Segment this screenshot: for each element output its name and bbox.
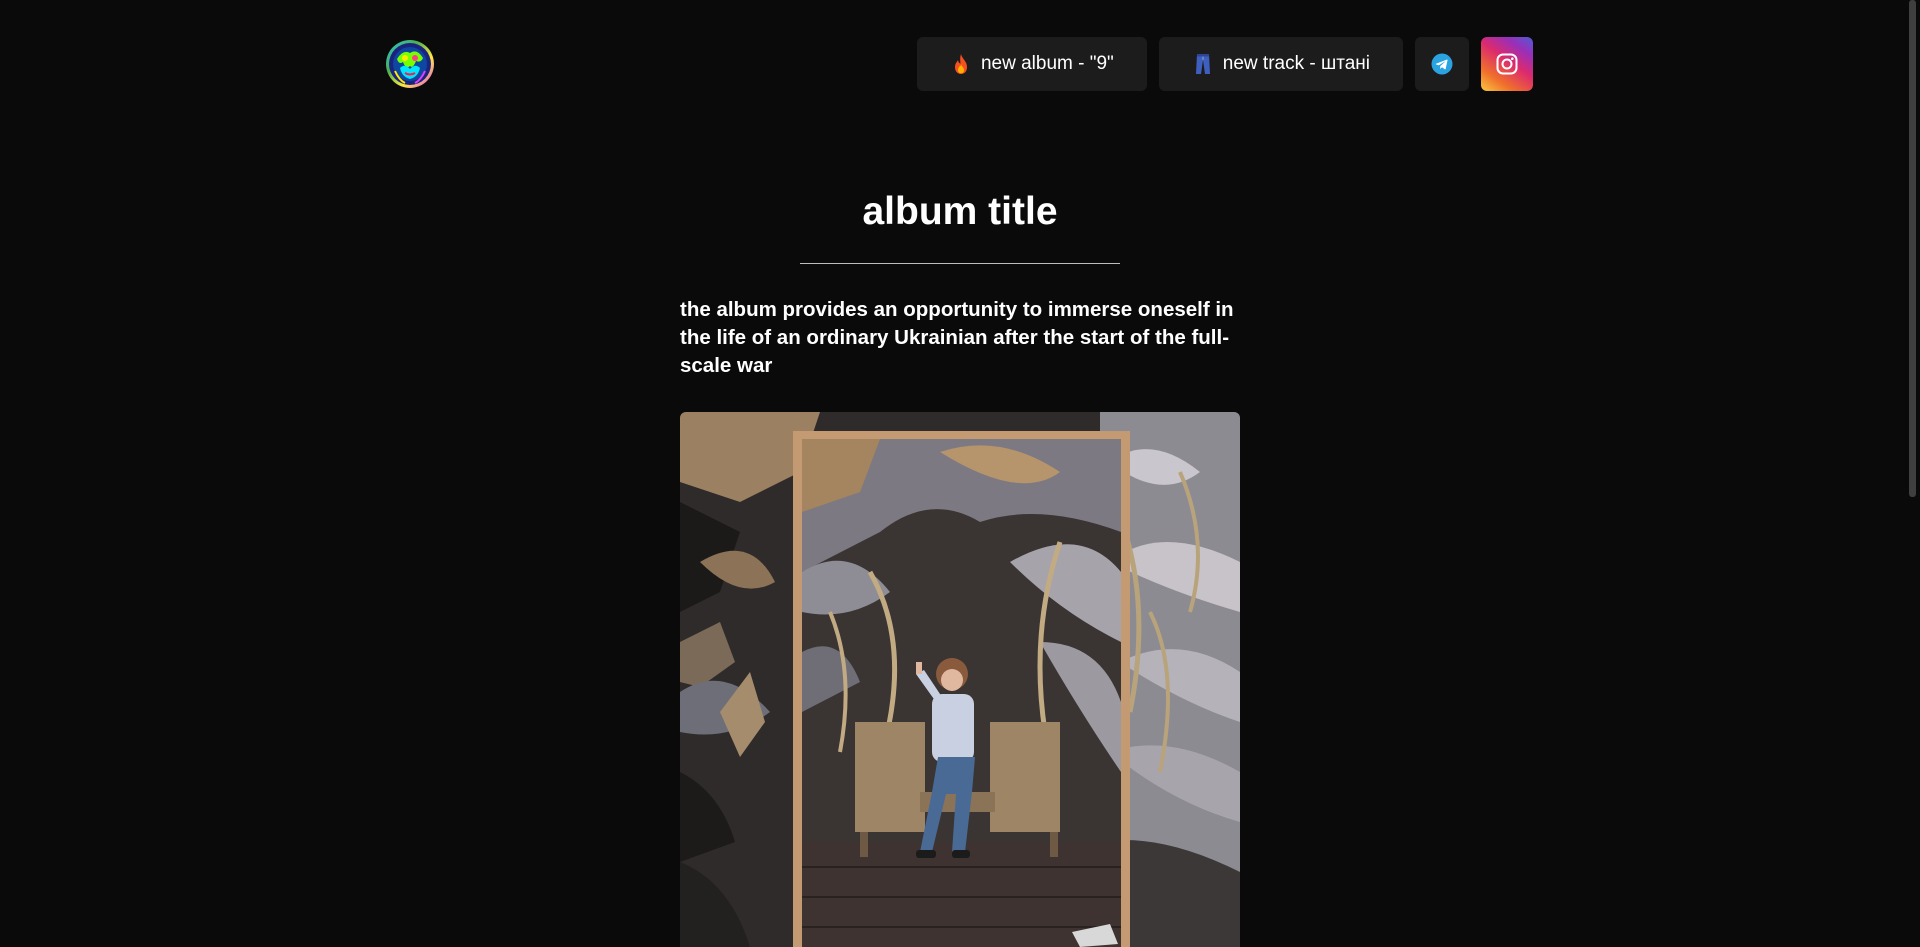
instagram-button[interactable] [1481,37,1533,91]
jeans-emoji-icon [1192,53,1214,75]
telegram-icon [1431,53,1453,75]
instagram-icon [1496,53,1518,75]
new-track-button[interactable]: new track - штані [1158,37,1403,91]
new-track-label: new track - штані [1222,53,1370,74]
page-title: album title [862,190,1058,233]
new-album-button[interactable]: new album - "9" [916,37,1147,91]
top-nav: new album - "9" new track - штані [916,37,1533,91]
new-album-label: new album - "9" [980,53,1114,74]
title-divider [800,263,1120,264]
album-cover-image [680,412,1240,947]
page: new album - "9" new track - штані album … [0,0,1920,947]
scrollbar-thumb[interactable] [1909,0,1916,497]
album-cover-photo [680,412,1240,947]
fire-emoji-icon [950,53,972,75]
page-scrollbar[interactable] [1905,0,1920,947]
site-header: new album - "9" new track - штані [385,37,1533,91]
album-description: the album provides an opportunity to imm… [680,298,1234,377]
colorful-round-logo-icon [386,40,434,88]
site-logo[interactable] [385,39,435,89]
telegram-button[interactable] [1415,37,1469,91]
